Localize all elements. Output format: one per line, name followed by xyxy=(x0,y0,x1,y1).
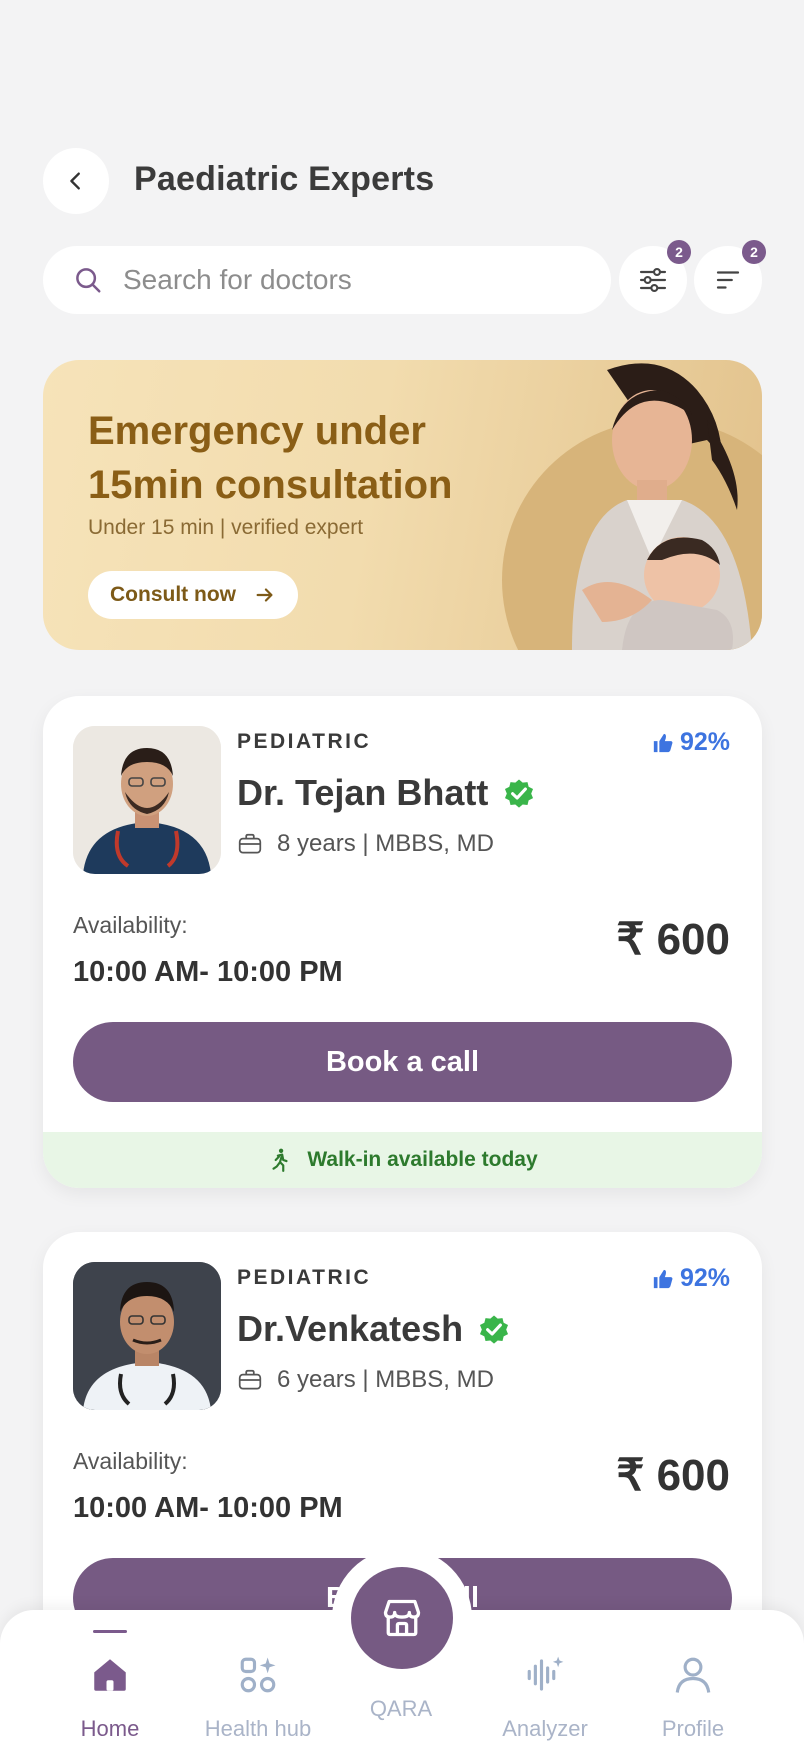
nav-qara-label: QARA xyxy=(369,1696,433,1721)
nav-home-label: Home xyxy=(80,1716,140,1741)
experience-text: 6 years | MBBS, MD xyxy=(277,1366,494,1393)
search-input[interactable] xyxy=(121,263,565,297)
thumbs-up-icon xyxy=(653,1269,673,1288)
storefront-icon xyxy=(383,1599,421,1637)
doctor-specialty: PEDIATRIC xyxy=(237,1266,372,1289)
home-icon xyxy=(94,1659,126,1691)
doctor-experience: 6 years | MBBS, MD xyxy=(237,1366,494,1394)
rating-value: 92% xyxy=(679,728,730,756)
search-bar[interactable] xyxy=(43,246,611,314)
search-icon xyxy=(76,268,101,293)
doctor-name-row: Dr. Tejan Bhatt xyxy=(237,772,536,814)
filter-button[interactable]: 2 xyxy=(619,240,691,314)
walking-person-icon xyxy=(272,1148,288,1172)
availability-time: 10:00 AM- 10:00 PM xyxy=(73,956,343,988)
availability-label: Availability: xyxy=(73,912,188,938)
thumbs-up-icon xyxy=(653,733,673,752)
consultation-price: ₹ 600 xyxy=(616,915,730,964)
nav-analyzer-label: Analyzer xyxy=(502,1716,588,1741)
qara-button[interactable] xyxy=(351,1567,453,1669)
filter-sliders-icon xyxy=(639,267,667,293)
walkin-text: Walk-in available today xyxy=(307,1148,538,1171)
doctor-name: Dr. Tejan Bhatt xyxy=(237,772,489,813)
sort-button[interactable]: 2 xyxy=(694,240,766,314)
doctor-rating: 92% xyxy=(652,1264,730,1293)
book-call-button[interactable]: Book a call xyxy=(73,1022,732,1102)
nav-health-hub[interactable]: Health hub xyxy=(188,1610,328,1748)
consultation-price: ₹ 600 xyxy=(616,1451,730,1500)
doctor-rating: 92% xyxy=(652,728,730,757)
consult-now-button[interactable]: Consult now xyxy=(88,571,298,619)
emergency-banner[interactable]: Emergency under 15min consultation Under… xyxy=(43,360,762,650)
filter-count-badge: 2 xyxy=(667,240,691,264)
availability-time: 10:00 AM- 10:00 PM xyxy=(73,1492,343,1524)
arrow-right-icon xyxy=(256,588,273,602)
nav-health-hub-label: Health hub xyxy=(204,1716,312,1741)
doctor-experience: 8 years | MBBS, MD xyxy=(237,830,494,858)
banner-title: Emergency under 15min consultation xyxy=(88,409,453,507)
nav-profile[interactable]: Profile xyxy=(623,1610,763,1748)
nav-profile-label: Profile xyxy=(661,1716,725,1741)
nav-home[interactable]: Home xyxy=(40,1610,180,1748)
consult-now-label: Consult now xyxy=(110,583,236,606)
sort-count-badge: 2 xyxy=(742,240,766,264)
doctor-avatar xyxy=(73,1262,221,1410)
back-button[interactable] xyxy=(43,148,109,214)
rating-value: 92% xyxy=(679,1264,730,1292)
nav-analyzer[interactable]: Analyzer xyxy=(475,1610,615,1748)
doctor-card[interactable]: PEDIATRIC 92% Dr. Tejan Bhatt 8 years | … xyxy=(43,696,762,1188)
profile-person-icon xyxy=(675,1657,711,1693)
verified-badge-icon xyxy=(505,779,534,808)
availability-label: Availability: xyxy=(73,1448,188,1474)
doctor-specialty: PEDIATRIC xyxy=(237,730,372,753)
briefcase-icon xyxy=(238,833,262,854)
mother-and-baby-illustration xyxy=(572,363,752,650)
walkin-banner: Walk-in available today xyxy=(43,1132,762,1188)
analyzer-waveform-icon xyxy=(527,1656,564,1691)
verified-badge-icon xyxy=(480,1315,509,1344)
doctor-photo xyxy=(73,1262,221,1410)
page-title: Paediatric Experts xyxy=(134,160,435,198)
doctor-photo xyxy=(73,726,221,874)
doctor-avatar xyxy=(73,726,221,874)
sort-icon xyxy=(716,271,740,289)
experience-text: 8 years | MBBS, MD xyxy=(277,830,494,857)
briefcase-icon xyxy=(238,1369,262,1390)
doctor-name-row: Dr.Venkatesh xyxy=(237,1308,511,1350)
banner-subtitle: Under 15 min | verified expert xyxy=(88,516,364,539)
active-indicator xyxy=(93,1630,127,1633)
health-hub-icon xyxy=(240,1657,276,1693)
chevron-left-icon xyxy=(70,172,80,190)
doctor-name: Dr.Venkatesh xyxy=(237,1308,464,1349)
